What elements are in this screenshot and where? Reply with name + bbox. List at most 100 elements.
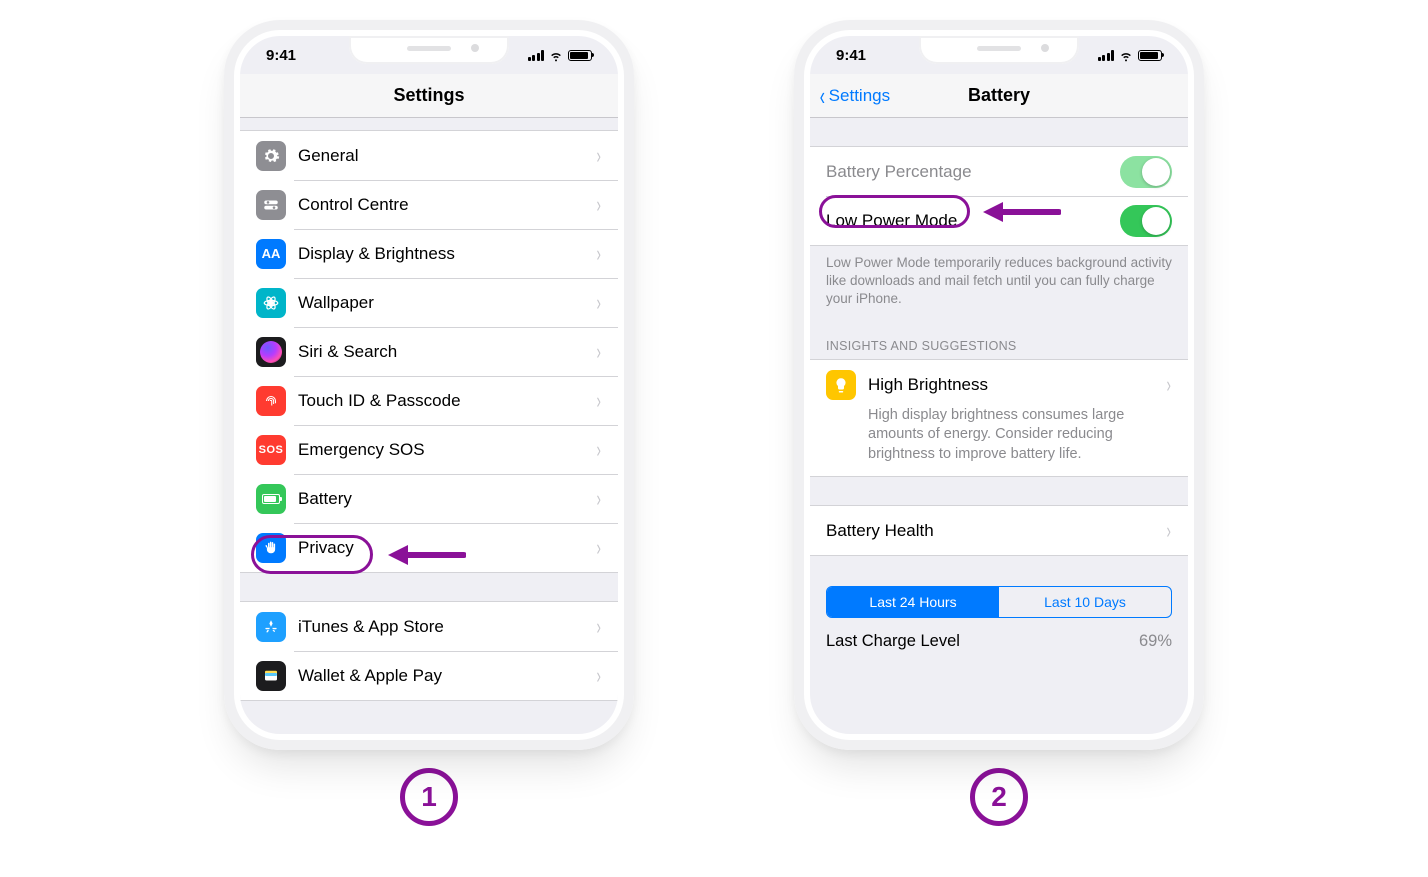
- usage-segmented: Last 24 Hours Last 10 Days: [810, 586, 1188, 628]
- lightbulb-icon: [826, 370, 856, 400]
- chevron-right-icon: ›: [596, 614, 600, 640]
- settings-group-2: iTunes & App Store › Wallet & Apple Pay …: [240, 601, 618, 701]
- last-charge-label: Last Charge Level: [826, 632, 960, 651]
- status-time: 9:41: [836, 47, 866, 64]
- settings-row-sos[interactable]: SOS Emergency SOS ›: [240, 425, 618, 474]
- wifi-icon: [1118, 49, 1134, 61]
- phone-frame-1: 9:41 Settings: [224, 20, 634, 750]
- settings-row-privacy[interactable]: Privacy ›: [240, 523, 618, 572]
- screen-2: 9:41 ‹ Settings Battery: [810, 36, 1188, 734]
- fingerprint-icon: [256, 386, 286, 416]
- status-icons: [1098, 49, 1163, 61]
- step-number: 1: [421, 781, 437, 813]
- settings-row-label: General: [298, 146, 595, 166]
- chevron-right-icon: ›: [596, 486, 600, 512]
- status-bar: 9:41: [810, 36, 1188, 74]
- insights-header: INSIGHTS AND SUGGESTIONS: [810, 339, 1188, 359]
- settings-row-display[interactable]: AA Display & Brightness ›: [240, 229, 618, 278]
- step-number: 2: [991, 781, 1007, 813]
- wifi-icon: [548, 49, 564, 61]
- wallet-icon: [256, 661, 286, 691]
- insights-group: INSIGHTS AND SUGGESTIONS High Brightness…: [810, 339, 1188, 478]
- insight-body: High display brightness consumes large a…: [826, 400, 1172, 477]
- phone-frame-2: 9:41 ‹ Settings Battery: [794, 20, 1204, 750]
- settings-row-label: Emergency SOS: [298, 440, 595, 460]
- settings-row-siri[interactable]: Siri & Search ›: [240, 327, 618, 376]
- settings-row-itunes[interactable]: iTunes & App Store ›: [240, 602, 618, 651]
- settings-row-label: iTunes & App Store: [298, 617, 595, 637]
- chevron-right-icon: ›: [596, 388, 600, 414]
- cellular-icon: [528, 49, 545, 61]
- chevron-right-icon: ›: [1166, 372, 1170, 398]
- low-power-mode-footnote: Low Power Mode temporarily reduces backg…: [810, 246, 1188, 313]
- page-title: Battery: [968, 85, 1030, 106]
- battery-toggles-group: Battery Percentage Low Power Mode Low Po…: [810, 146, 1188, 313]
- screen-1: 9:41 Settings: [240, 36, 618, 734]
- chevron-right-icon: ›: [596, 437, 600, 463]
- battery-percentage-toggle[interactable]: [1120, 156, 1172, 188]
- settings-row-wallpaper[interactable]: Wallpaper ›: [240, 278, 618, 327]
- settings-row-label: Wallet & Apple Pay: [298, 666, 595, 686]
- last-charge-row: Last Charge Level 69%: [810, 628, 1188, 651]
- nav-bar: Settings: [240, 74, 618, 118]
- chevron-left-icon: ‹: [820, 83, 825, 109]
- last-charge-value: 69%: [1139, 632, 1172, 651]
- privacy-icon: [256, 533, 286, 563]
- segment-last-10d[interactable]: Last 10 Days: [999, 587, 1171, 617]
- battery-percentage-row[interactable]: Battery Percentage: [810, 147, 1188, 196]
- low-power-mode-toggle[interactable]: [1120, 205, 1172, 237]
- chevron-right-icon: ›: [596, 535, 600, 561]
- battery-health-row[interactable]: Battery Health ›: [810, 506, 1188, 555]
- settings-row-label: Battery: [298, 489, 595, 509]
- battery-icon: [568, 50, 592, 61]
- insight-title: High Brightness: [868, 375, 1165, 395]
- chevron-right-icon: ›: [596, 290, 600, 316]
- battery-icon: [256, 484, 286, 514]
- step-badge-2: 2: [970, 768, 1028, 826]
- back-button[interactable]: ‹ Settings: [818, 74, 890, 117]
- settings-row-label: Display & Brightness: [298, 244, 595, 264]
- step-badge-1: 1: [400, 768, 458, 826]
- segment-label: Last 24 Hours: [869, 594, 956, 610]
- battery-health-group: Battery Health ›: [810, 505, 1188, 556]
- status-bar: 9:41: [240, 36, 618, 74]
- appstore-icon: [256, 612, 286, 642]
- chevron-right-icon: ›: [596, 663, 600, 689]
- segment-last-24h[interactable]: Last 24 Hours: [827, 587, 999, 617]
- cellular-icon: [1098, 49, 1115, 61]
- chevron-right-icon: ›: [596, 339, 600, 365]
- battery-health-label: Battery Health: [826, 521, 1165, 541]
- control-centre-icon: [256, 190, 286, 220]
- sos-icon: SOS: [256, 435, 286, 465]
- insight-high-brightness[interactable]: High Brightness › High display brightnes…: [810, 360, 1188, 477]
- segment-label: Last 10 Days: [1044, 594, 1126, 610]
- siri-icon: [256, 337, 286, 367]
- settings-row-touchid[interactable]: Touch ID & Passcode ›: [240, 376, 618, 425]
- chevron-right-icon: ›: [596, 192, 600, 218]
- settings-row-general[interactable]: General ›: [240, 131, 618, 180]
- settings-row-control-centre[interactable]: Control Centre ›: [240, 180, 618, 229]
- step-2-container: 9:41 ‹ Settings Battery: [794, 20, 1204, 826]
- settings-row-label: Privacy: [298, 538, 595, 558]
- page-title: Settings: [393, 85, 464, 106]
- settings-row-label: Control Centre: [298, 195, 595, 215]
- battery-percentage-label: Battery Percentage: [826, 162, 1120, 182]
- chevron-right-icon: ›: [596, 241, 600, 267]
- nav-bar: ‹ Settings Battery: [810, 74, 1188, 118]
- low-power-mode-row[interactable]: Low Power Mode: [810, 196, 1188, 245]
- chevron-right-icon: ›: [1166, 518, 1170, 544]
- settings-row-label: Touch ID & Passcode: [298, 391, 595, 411]
- settings-group-1: General › Control Centre › A: [240, 130, 618, 573]
- settings-row-label: Siri & Search: [298, 342, 595, 362]
- battery-icon: [1138, 50, 1162, 61]
- chevron-right-icon: ›: [596, 143, 600, 169]
- wallpaper-icon: [256, 288, 286, 318]
- display-icon: AA: [256, 239, 286, 269]
- settings-row-label: Wallpaper: [298, 293, 595, 313]
- low-power-mode-label: Low Power Mode: [826, 211, 1120, 231]
- settings-row-wallet[interactable]: Wallet & Apple Pay ›: [240, 651, 618, 700]
- settings-row-battery[interactable]: Battery ›: [240, 474, 618, 523]
- gear-icon: [256, 141, 286, 171]
- status-time: 9:41: [266, 47, 296, 64]
- step-1-container: 9:41 Settings: [224, 20, 634, 826]
